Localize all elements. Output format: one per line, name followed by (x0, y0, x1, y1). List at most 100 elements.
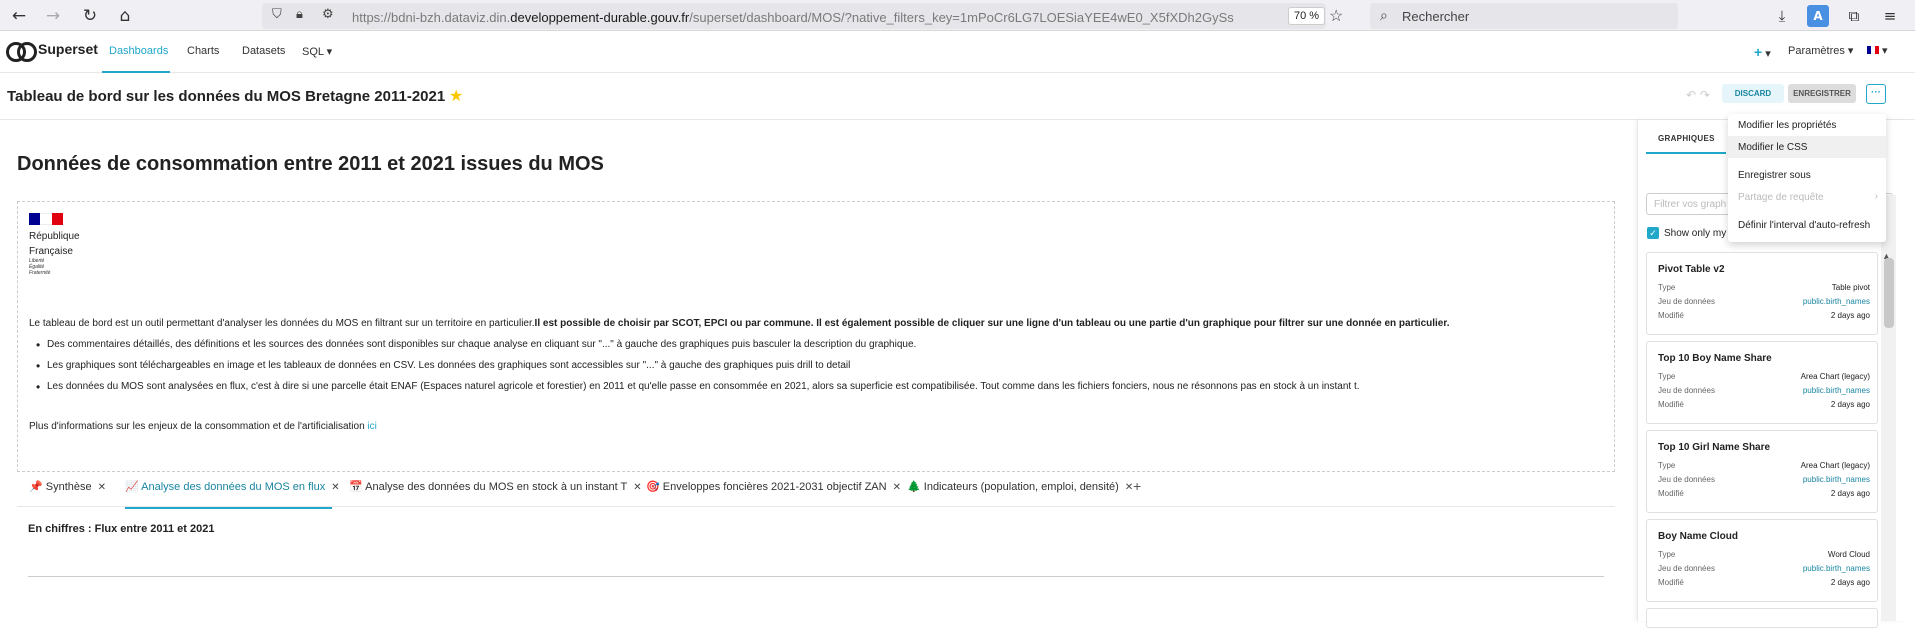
french-flag-logo (29, 213, 63, 225)
pushpin-icon: 📌 (29, 481, 43, 493)
nav-dashboards[interactable]: Dashboards (109, 45, 168, 57)
card-type-row: Type Area Chart (legacy) (1658, 372, 1870, 381)
chevron-right-icon: › (1874, 191, 1878, 202)
download-icon[interactable]: ⤓ (1771, 5, 1793, 27)
chart-card[interactable]: Boy Name Cloud Type Word Cloud Jeu de don… (1646, 519, 1878, 602)
chart-card-title: Top 10 Boy Name Share (1658, 353, 1772, 364)
menu-item-share-query[interactable]: Partage de requête › (1728, 186, 1886, 208)
card-type-row: Type Area Chart (legacy) (1658, 461, 1870, 470)
divider (28, 576, 1604, 577)
browser-toolbar: ← → ↻ ⌂ ⛉ 🔒︎ ⚙ https://bdni-bzh.dataviz.… (0, 0, 1915, 31)
chart-card[interactable]: Top 10 Boy Name Share Type Area Chart (le… (1646, 341, 1878, 424)
active-tab-indicator (125, 507, 332, 509)
lock-icon[interactable]: 🔒︎ (296, 7, 303, 22)
calendar-icon: 📅 (349, 481, 363, 493)
close-icon[interactable]: ✕ (633, 482, 641, 493)
forward-arrow-icon[interactable]: → (42, 5, 64, 27)
tab-indicateurs[interactable]: 🌲 Indicateurs (population, emploi, densi… (907, 480, 1133, 493)
intro-paragraph: Le tableau de bord est un outil permetta… (29, 318, 1450, 329)
close-icon[interactable]: ✕ (331, 482, 339, 493)
superset-logo-icon (6, 42, 37, 62)
dashboard-content: Données de consommation entre 2011 et 20… (0, 120, 1637, 621)
republique-francaise-text: République Française (29, 231, 80, 257)
back-arrow-icon[interactable]: ← (8, 5, 30, 27)
more-options-button[interactable]: ··· (1866, 84, 1886, 104)
card-dataset-row: Jeu de données public.birth_names (1658, 297, 1870, 306)
app-header: Superset Dashboards Charts Datasets SQL … (0, 31, 1915, 73)
chart-card-title: Pivot Table v2 (1658, 264, 1725, 275)
menu-item-edit-properties[interactable]: Modifier les propriétés (1728, 114, 1886, 136)
tab-analyse-flux[interactable]: 📈 Analyse des données du MOS en flux ✕ (125, 480, 340, 493)
favorite-star-icon[interactable]: ★ (449, 86, 463, 105)
close-icon[interactable]: ✕ (893, 482, 901, 493)
chart-card[interactable] (1646, 608, 1878, 628)
list-item: Les données du MOS sont analysées en flu… (29, 380, 1360, 394)
chart-card-title: Boy Name Cloud (1658, 531, 1739, 542)
nav-charts[interactable]: Charts (187, 45, 219, 57)
menu-item-edit-css[interactable]: Modifier le CSS (1728, 136, 1886, 158)
more-info-line: Plus d'informations sur les enjeux de la… (29, 421, 377, 432)
card-modified-row: Modifié 2 days ago (1658, 489, 1870, 498)
card-type-row: Type Table pivot (1658, 283, 1870, 292)
bookmark-star-icon[interactable]: ☆ (1329, 6, 1343, 26)
tab-synthese[interactable]: 📌 Synthèse ✕ (29, 480, 106, 493)
dashboard-tabs: 📌 Synthèse ✕ 📈 Analyse des données du MOS… (17, 465, 1615, 509)
panel-tab-indicator (1646, 152, 1726, 154)
target-icon: 🎯 (646, 481, 660, 493)
card-type-row: Type Word Cloud (1658, 550, 1870, 559)
chart-card[interactable]: Top 10 Girl Name Share Type Area Chart (l… (1646, 430, 1878, 513)
dashboard-title-bar: Tableau de bord sur les données du MOS B… (0, 74, 1915, 120)
save-button[interactable]: ENREGISTRER (1788, 84, 1856, 103)
show-only-mine-label: Show only my c (1664, 228, 1735, 239)
close-icon[interactable]: ✕ (98, 482, 106, 493)
chart-card[interactable]: Pivot Table v2 Type Table pivot Jeu de do… (1646, 252, 1878, 335)
more-options-dropdown: Modifier les propriétés Modifier le CSS … (1728, 114, 1886, 242)
card-modified-row: Modifié 2 days ago (1658, 578, 1870, 587)
dashboard-header-heading: Données de consommation entre 2011 et 20… (17, 153, 604, 175)
tab-enveloppes-foncieres[interactable]: 🎯 Enveloppes foncières 2021-2031 objecti… (646, 480, 901, 493)
menu-icon[interactable]: ≡ (1879, 5, 1901, 27)
nav-active-indicator (102, 71, 170, 73)
dashboard-title[interactable]: Tableau de bord sur les données du MOS B… (7, 88, 445, 105)
markdown-block[interactable]: République Française Liberté Égalité Frater… (17, 201, 1615, 472)
close-icon[interactable]: ✕ (1125, 482, 1133, 493)
nav-sql[interactable]: SQL ▾ (302, 45, 332, 58)
card-modified-row: Modifié 2 days ago (1658, 400, 1870, 409)
scrollbar-thumb[interactable] (1884, 258, 1894, 328)
search-icon: ⌕ (1380, 7, 1388, 23)
reload-icon[interactable]: ↻ (79, 5, 101, 27)
discard-button[interactable]: DISCARD (1722, 84, 1784, 103)
show-only-mine-checkbox[interactable]: ✓ (1647, 227, 1659, 239)
language-flag-icon[interactable]: ▾ (1867, 44, 1888, 57)
nav-datasets[interactable]: Datasets (242, 45, 285, 57)
url-text[interactable]: https://bdni-bzh.dataviz.din.developpeme… (352, 10, 1282, 25)
browser-search-input[interactable]: ⌕ Rechercher (1370, 3, 1678, 29)
menu-item-save-as[interactable]: Enregistrer sous (1728, 164, 1886, 186)
list-item: Les graphiques sont téléchargeables en i… (29, 359, 850, 373)
add-tab-icon[interactable]: + (1133, 478, 1141, 494)
card-modified-row: Modifié 2 days ago (1658, 311, 1870, 320)
card-dataset-row: Jeu de données public.birth_names (1658, 564, 1870, 573)
undo-redo-icons[interactable]: ↶ ↷ (1686, 88, 1710, 102)
tab-graphiques[interactable]: GRAPHIQUES (1658, 134, 1715, 143)
zoom-level-badge[interactable]: 70 % (1288, 7, 1326, 25)
new-item-button[interactable]: + ▾ (1754, 44, 1771, 60)
menu-item-auto-refresh[interactable]: Définir l'interval d'auto-refresh (1728, 214, 1886, 236)
translate-extension-icon[interactable]: A (1807, 5, 1829, 27)
url-bar[interactable]: ⛉ 🔒︎ ⚙ https://bdni-bzh.dataviz.din.deve… (262, 3, 1343, 29)
section-heading: En chiffres : Flux entre 2011 et 2021 (28, 523, 215, 535)
tab-analyse-stock[interactable]: 📅 Analyse des données du MOS en stock à … (349, 480, 642, 493)
more-info-link[interactable]: ici (367, 421, 376, 432)
chart-card-title: Top 10 Girl Name Share (1658, 442, 1771, 453)
card-dataset-row: Jeu de données public.birth_names (1658, 386, 1870, 395)
chart-increasing-icon: 📈 (125, 481, 139, 493)
shield-icon[interactable]: ⛉ (272, 7, 282, 22)
superset-logo[interactable]: Superset (6, 41, 98, 62)
card-dataset-row: Jeu de données public.birth_names (1658, 475, 1870, 484)
motto-text: Liberté Égalité Fraternité (29, 258, 51, 276)
home-icon[interactable]: ⌂ (114, 5, 136, 27)
extensions-icon[interactable]: ⧉ (1843, 5, 1865, 27)
tree-icon: 🌲 (907, 481, 921, 493)
settings-menu[interactable]: Paramètres ▾ (1788, 44, 1853, 57)
permissions-icon[interactable]: ⚙ (322, 7, 334, 22)
